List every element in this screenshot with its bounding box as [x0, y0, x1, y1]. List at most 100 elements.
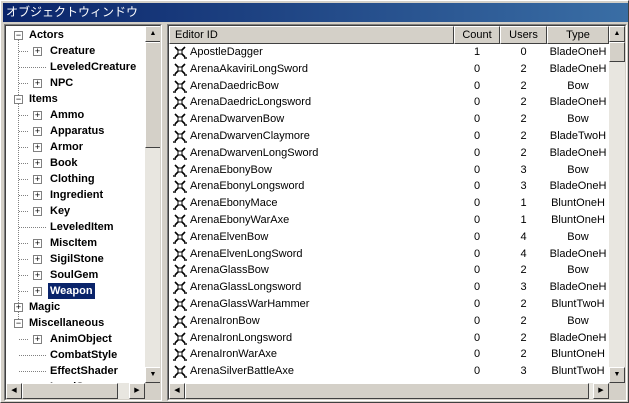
table-row[interactable]: ArenaIronWarAxe 0 2 BluntOneH [169, 346, 609, 363]
table-row[interactable]: ArenaDwarvenBow 0 2 Bow [169, 111, 609, 128]
column-header-users[interactable]: Users [500, 26, 547, 44]
object-list[interactable]: ApostleDagger 1 0 BladeOneH ArenaAkaviriLong… [169, 44, 609, 383]
tree-item[interactable]: LeveledItem [6, 219, 145, 235]
weapon-icon [173, 130, 187, 143]
expand-icon[interactable]: + [33, 334, 42, 344]
expand-icon[interactable]: + [33, 254, 42, 264]
tree-item-label: Book [50, 157, 78, 169]
table-row[interactable]: ArenaDaedricLongsword 0 2 BladeOneH [169, 94, 609, 111]
tree-item[interactable]: + NPC [6, 75, 145, 91]
table-row[interactable]: ArenaDwarvenLongSword 0 2 BladeOneH [169, 145, 609, 162]
table-row[interactable]: ArenaEbonyMace 0 1 BluntOneH [169, 195, 609, 212]
expand-icon[interactable]: + [33, 142, 42, 152]
list-scroll-thumb[interactable] [609, 42, 625, 62]
tree-scroll-right-button[interactable]: ▶ [129, 383, 145, 399]
type-cell: Bow [567, 80, 589, 92]
table-row[interactable]: ArenaGlassLongsword 0 3 BladeOneH [169, 279, 609, 296]
list-scroll-down-button[interactable]: ▼ [609, 367, 625, 383]
expand-icon[interactable]: + [33, 110, 42, 120]
editor-id-cell: ArenaGlassBow [172, 262, 454, 279]
expand-icon[interactable]: + [33, 126, 42, 136]
tree-item[interactable]: + Ingredient [6, 187, 145, 203]
expand-icon[interactable]: + [33, 46, 42, 56]
tree-item[interactable]: + Magic [6, 299, 145, 315]
users-cell: 2 [520, 147, 527, 159]
title-bar[interactable]: オブジェクトウィンドウ [3, 3, 628, 22]
tree-scroll-left-button[interactable]: ◀ [6, 383, 22, 399]
tree-item[interactable]: − Actors [6, 27, 145, 43]
tree-item[interactable]: + SoulGem [6, 267, 145, 283]
expand-icon[interactable]: + [33, 190, 42, 200]
table-row[interactable]: ArenaElvenLongSword 0 4 BladeOneH [169, 246, 609, 263]
list-hscroll-thumb[interactable] [185, 383, 589, 399]
tree-vertical-scrollbar[interactable]: ▲ ▼ [145, 26, 160, 383]
tree-item[interactable]: − Miscellaneous [6, 315, 145, 331]
tree-horizontal-scrollbar[interactable]: ◀ ▶ [6, 383, 145, 399]
expand-icon[interactable]: + [33, 238, 42, 248]
tree-item[interactable]: + Book [6, 155, 145, 171]
tree-item[interactable]: + Weapon [6, 282, 145, 300]
type-cell: Bow [567, 231, 589, 243]
category-tree[interactable]: − Actors + Creature LeveledCreature + NPC − Item… [6, 26, 145, 383]
column-header-editor-id[interactable]: Editor ID [169, 26, 454, 44]
tree-item[interactable]: LeveledCreature [6, 59, 145, 75]
list-scroll-up-button[interactable]: ▲ [609, 26, 625, 42]
type-cell: BladeTwoH [549, 130, 607, 142]
count-cell: 0 [473, 63, 481, 75]
weapon-icon [173, 80, 187, 93]
expander-glyph: + [34, 142, 41, 152]
column-header-count[interactable]: Count [454, 26, 500, 44]
editor-id-cell: ArenaEbonyWarAxe [172, 212, 454, 229]
expand-icon[interactable]: + [33, 174, 42, 184]
table-row[interactable]: ArenaGlassWarHammer 0 2 BluntTwoH [169, 296, 609, 313]
tree-item[interactable]: − Items [6, 91, 145, 107]
list-scroll-right-button[interactable]: ▶ [593, 383, 609, 399]
table-row[interactable]: ArenaDaedricBow 0 2 Bow [169, 78, 609, 95]
category-tree-panel: − Actors + Creature LeveledCreature + NPC − Item… [4, 24, 162, 401]
tree-scroll-down-button[interactable]: ▼ [145, 367, 160, 383]
tree-item[interactable]: + Clothing [6, 171, 145, 187]
tree-item[interactable]: EffectShader [6, 363, 145, 379]
collapse-icon[interactable]: − [14, 30, 23, 40]
table-row[interactable]: ArenaIronBow 0 2 Bow [169, 313, 609, 330]
table-row[interactable]: ArenaIronLongsword 0 2 BladeOneH [169, 330, 609, 347]
tree-scroll-up-button[interactable]: ▲ [145, 26, 160, 42]
tree-item[interactable]: + MiscItem [6, 235, 145, 251]
tree-item[interactable]: + SigilStone [6, 251, 145, 267]
collapse-icon[interactable]: − [14, 318, 23, 328]
tree-item-label: LeveledItem [50, 221, 114, 233]
table-row[interactable]: ArenaEbonyLongsword 0 3 BladeOneH [169, 178, 609, 195]
list-horizontal-scrollbar[interactable]: ◀ ▶ [169, 383, 609, 399]
table-row[interactable]: ArenaAkaviriLongSword 0 2 BladeOneH [169, 61, 609, 78]
list-vertical-scrollbar[interactable]: ▲ ▼ [609, 26, 625, 383]
column-header-type[interactable]: Type [547, 26, 609, 44]
tree-item[interactable]: + AnimObject [6, 331, 145, 347]
expand-icon[interactable]: + [33, 270, 42, 280]
tree-item-label: Key [50, 205, 71, 217]
expand-icon[interactable]: + [14, 302, 23, 312]
tree-item[interactable]: + Ammo [6, 107, 145, 123]
table-row[interactable]: ArenaSilverBattleAxe 0 3 BluntTwoH [169, 363, 609, 380]
tree-item[interactable]: + Armor [6, 139, 145, 155]
tree-item[interactable]: + Creature [6, 43, 145, 59]
table-row[interactable]: ArenaDwarvenClaymore 0 2 BladeTwoH [169, 128, 609, 145]
tree-item[interactable]: CombatStyle [6, 347, 145, 363]
expand-icon[interactable]: + [33, 286, 42, 296]
editor-id-text: ArenaDaedricBow [190, 80, 279, 92]
list-scroll-left-button[interactable]: ◀ [169, 383, 185, 399]
expand-icon[interactable]: + [33, 78, 42, 88]
tree-item[interactable]: + Key [6, 203, 145, 219]
tree-item[interactable]: + Apparatus [6, 123, 145, 139]
tree-hscroll-thumb[interactable] [22, 383, 118, 399]
type-cell: BladeOneH [549, 248, 607, 260]
table-row[interactable]: ArenaElvenBow 0 4 Bow [169, 229, 609, 246]
table-row[interactable]: ArenaEbonyBow 0 3 Bow [169, 162, 609, 179]
table-row[interactable]: ArenaGlassBow 0 2 Bow [169, 262, 609, 279]
table-row[interactable]: ArenaEbonyWarAxe 0 1 BluntOneH [169, 212, 609, 229]
expand-icon[interactable]: + [33, 206, 42, 216]
collapse-icon[interactable]: − [14, 94, 23, 104]
expand-icon[interactable]: + [33, 158, 42, 168]
table-row[interactable]: ApostleDagger 1 0 BladeOneH [169, 44, 609, 61]
tree-scroll-thumb[interactable] [145, 42, 160, 148]
tree-item-label: Creature [50, 45, 96, 57]
